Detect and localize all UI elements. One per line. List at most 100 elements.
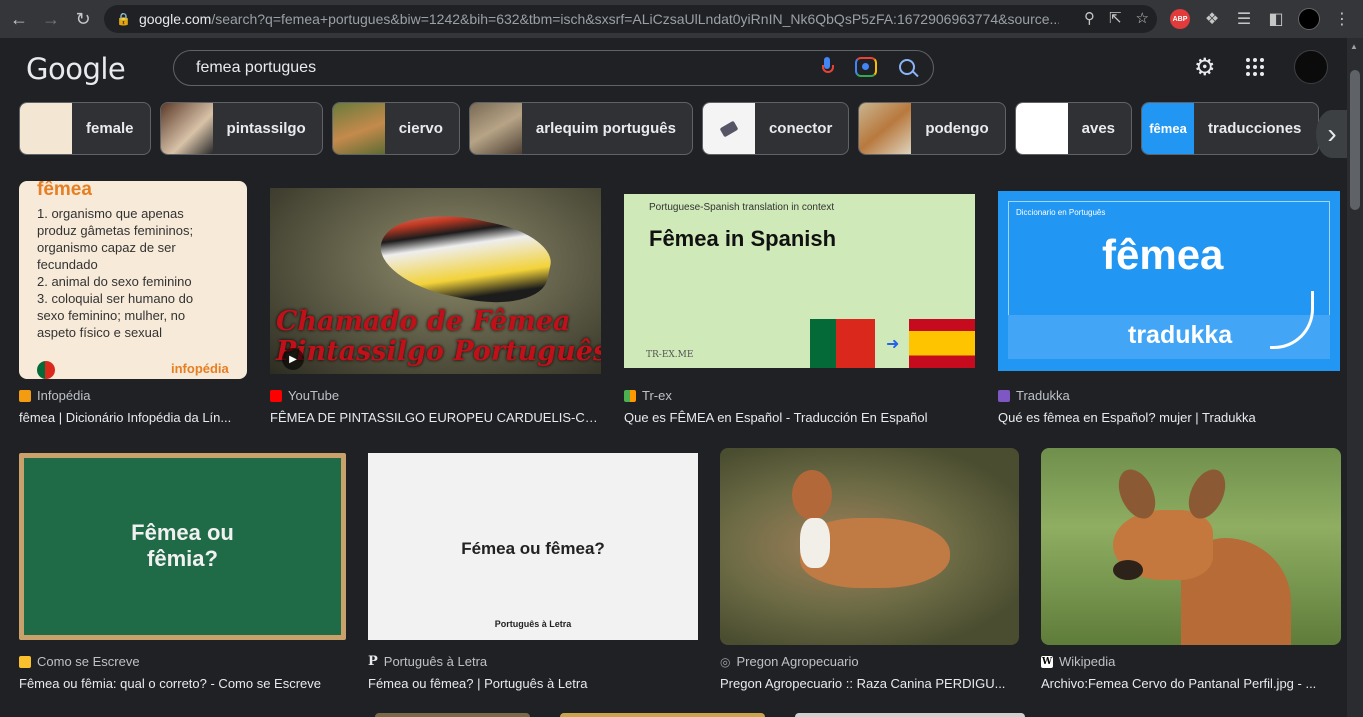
lock-icon: 🔒: [116, 12, 131, 26]
chip-label: aves: [1081, 120, 1116, 137]
image-caption: Chamado de Fêmea: [276, 306, 571, 337]
result-title[interactable]: Qué es fêmea en Español? mujer | Tradukk…: [998, 410, 1340, 425]
address-bar[interactable]: 🔒 google.com/search?q=femea+portugues&bi…: [104, 5, 1157, 33]
result-image[interactable]: [720, 448, 1019, 645]
adblock-plus-icon[interactable]: ABP: [1170, 9, 1190, 29]
account-avatar[interactable]: [1293, 50, 1328, 84]
extensions-puzzle-icon[interactable]: ❖: [1202, 9, 1222, 29]
search-query[interactable]: femea portugues: [196, 59, 316, 77]
chip-thumbnail: [859, 103, 912, 154]
chip-aves[interactable]: aves: [1014, 102, 1133, 155]
zoom-icon[interactable]: ⚲: [1084, 9, 1095, 27]
result-title[interactable]: fêmea | Dicionário Infopédia da Lín...: [19, 410, 247, 425]
youtube-favicon-icon: [270, 389, 282, 402]
side-panel-icon[interactable]: ◧: [1266, 9, 1286, 29]
result-source[interactable]: Tradukka: [998, 388, 1070, 403]
chip-arlequim-portugues[interactable]: arlequim português: [468, 102, 693, 155]
image-heading: fêmia?: [147, 546, 218, 571]
result-title[interactable]: FÊMEA DE PINTASSILGO EUROPEU CARDUELIS-C…: [270, 410, 600, 425]
chip-thumbnail: [160, 103, 213, 154]
chip-pintassilgo[interactable]: pintassilgo: [159, 102, 323, 155]
result-source[interactable]: Como se Escreve: [19, 654, 140, 669]
scrollbar-thumb[interactable]: [1350, 70, 1360, 210]
bookmark-star-icon[interactable]: ☆: [1136, 9, 1149, 27]
result-source[interactable]: ◎ Pregon Agropecuario: [720, 654, 859, 669]
trex-favicon-icon: [624, 389, 636, 402]
settings-gear-icon[interactable]: ⚙: [1194, 53, 1216, 82]
scroll-up-arrow-icon[interactable]: ▲: [1350, 42, 1358, 51]
deer-muzzle: [1113, 560, 1143, 580]
result-source[interactable]: Tr-ex: [624, 388, 672, 403]
image-result[interactable]: Diccionario en Português fêmea tradukka …: [998, 191, 1342, 425]
chip-traducciones[interactable]: fêmea traducciones: [1141, 102, 1320, 155]
media-queue-icon[interactable]: ☰: [1234, 9, 1254, 29]
result-title[interactable]: Pregon Agropecuario :: Raza Canina PERDI…: [720, 676, 1010, 691]
chip-thumbnail: fêmea: [1142, 103, 1195, 154]
next-row-peek: [375, 713, 530, 717]
image-result[interactable]: Fémea ou fêmea? Português à Letra P Port…: [368, 453, 699, 691]
search-input[interactable]: femea portugues: [173, 50, 934, 86]
search-icon[interactable]: [899, 59, 915, 75]
image-result[interactable]: fêmea 1. organismo que apenas produz gâme…: [19, 181, 249, 425]
chalkboard: Fêmea ou fêmia?: [24, 458, 341, 635]
dog-head: [792, 470, 832, 520]
play-icon[interactable]: ▶: [282, 348, 304, 370]
result-title[interactable]: Que es FÊMEA en Español - Traducción En …: [624, 410, 974, 425]
result-image[interactable]: Fêmea ou fêmia?: [19, 453, 346, 640]
chip-label: podengo: [925, 120, 989, 137]
wikipedia-favicon-icon: W: [1041, 655, 1053, 668]
result-image[interactable]: Chamado de Fêmea Pintassilgo Português ▶: [270, 188, 601, 374]
chip-podengo[interactable]: podengo: [858, 102, 1006, 155]
share-icon[interactable]: ⇱: [1109, 9, 1122, 27]
image-brand: infopédia: [171, 361, 229, 376]
image-heading: fêmea: [37, 181, 92, 200]
result-title[interactable]: Fémea ou fêmea? | Português à Letra: [368, 676, 698, 691]
google-apps-icon[interactable]: [1245, 58, 1264, 76]
back-icon[interactable]: ←: [8, 8, 30, 30]
image-result[interactable]: Chamado de Fêmea Pintassilgo Português ▶…: [270, 188, 602, 425]
browser-profile-avatar[interactable]: [1298, 8, 1320, 30]
spain-flag: [909, 319, 975, 368]
result-image[interactable]: [1041, 448, 1341, 645]
chip-label: pintassilgo: [226, 120, 306, 137]
chip-label: arlequim português: [535, 120, 676, 137]
image-heading: Fêmea ou: [131, 520, 234, 545]
portugues-a-letra-favicon-icon: P: [368, 654, 378, 669]
next-row-peek: [795, 713, 1025, 717]
chip-label: conector: [768, 120, 833, 137]
google-logo[interactable]: Google: [26, 52, 126, 86]
dog-chest: [800, 518, 830, 568]
reload-icon[interactable]: ↻: [72, 8, 94, 30]
voice-search-icon[interactable]: [821, 57, 834, 77]
comoseescreve-favicon-icon: [19, 655, 31, 668]
arrow-icon: ➜: [886, 336, 900, 353]
image-result[interactable]: ◎ Pregon Agropecuario Pregon Agropecuari…: [720, 448, 1020, 691]
result-title[interactable]: Fêmea ou fêmia: qual o correto? - Como s…: [19, 676, 346, 691]
chip-conector[interactable]: conector: [701, 102, 850, 155]
result-image[interactable]: fêmea 1. organismo que apenas produz gâme…: [19, 181, 247, 379]
chip-thumbnail: [702, 103, 755, 154]
chip-label: traducciones: [1208, 120, 1302, 137]
image-result[interactable]: Portuguese-Spanish translation in contex…: [624, 194, 976, 425]
result-source[interactable]: YouTube: [270, 388, 339, 403]
image-result[interactable]: W Wikipedia Archivo:Femea Cervo do Panta…: [1041, 448, 1342, 691]
browser-menu-icon[interactable]: ⋮: [1332, 9, 1352, 29]
infopedia-favicon-icon: [19, 389, 31, 402]
chips-next-arrow-icon[interactable]: ›: [1316, 110, 1348, 158]
google-lens-icon[interactable]: [855, 57, 877, 77]
result-image[interactable]: Diccionario en Português fêmea tradukka: [998, 191, 1340, 371]
result-image[interactable]: Portuguese-Spanish translation in contex…: [624, 194, 975, 368]
result-source[interactable]: P Português à Letra: [368, 654, 487, 669]
chip-female[interactable]: female: [19, 102, 151, 155]
chip-ciervo[interactable]: ciervo: [331, 102, 460, 155]
result-source[interactable]: Infopédia: [19, 388, 91, 403]
result-title[interactable]: Archivo:Femea Cervo do Pantanal Perfil.j…: [1041, 676, 1331, 691]
globe-favicon-icon: ◎: [720, 654, 731, 669]
image-result[interactable]: Fêmea ou fêmia? Como se Escreve Fêmea ou…: [19, 453, 347, 691]
chip-thumbnail: [1015, 103, 1068, 154]
image-brand: tradukka: [1128, 321, 1233, 349]
result-source[interactable]: W Wikipedia: [1041, 654, 1115, 669]
image-heading: Fémea ou fêmea?: [461, 539, 605, 558]
result-image[interactable]: Fémea ou fêmea? Português à Letra: [368, 453, 698, 640]
forward-icon[interactable]: →: [40, 8, 62, 30]
